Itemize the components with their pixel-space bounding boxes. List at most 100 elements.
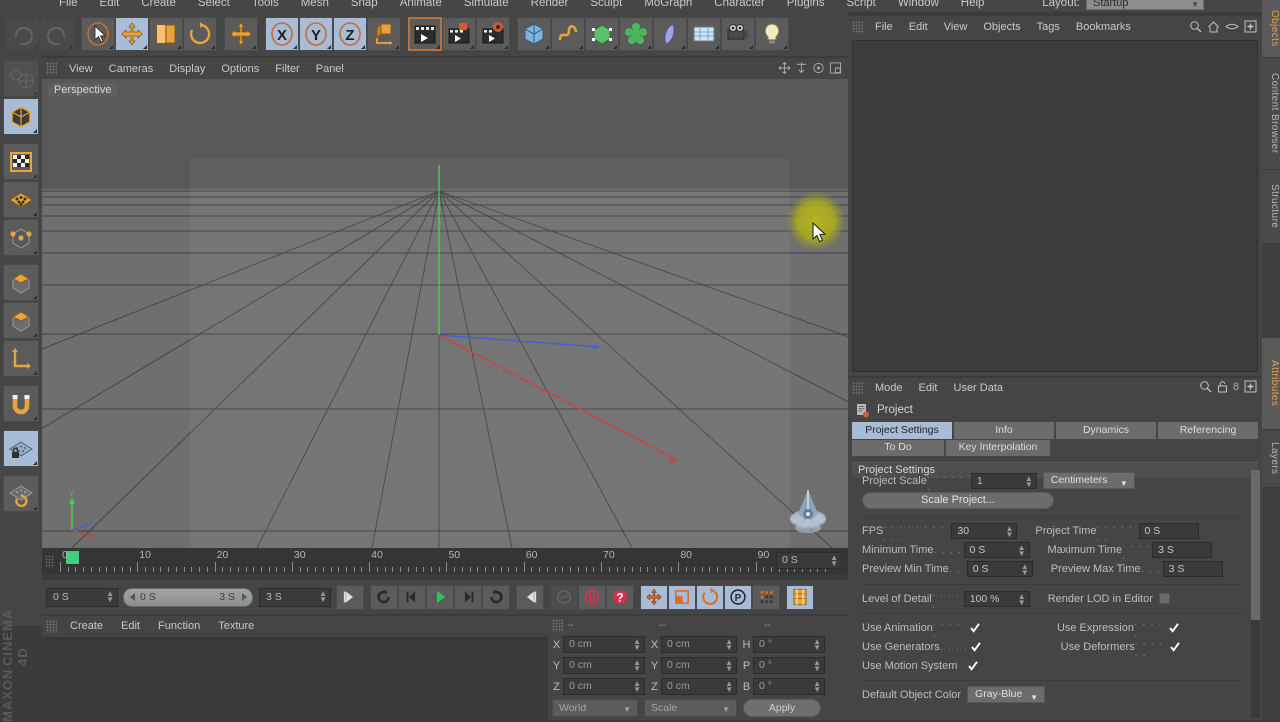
keyframe-selection-button[interactable]: ?	[606, 584, 634, 610]
viewport-menu-panel[interactable]: Panel	[308, 63, 352, 75]
attributes-scrollbar[interactable]	[1251, 470, 1260, 718]
workplane-lock-button[interactable]	[3, 430, 39, 467]
objects-menu-edit[interactable]: Edit	[901, 21, 936, 33]
timeline-grip-icon[interactable]	[45, 555, 54, 568]
attributes-tab-key-interpolation[interactable]: Key Interpolation	[946, 440, 1050, 456]
menu-render[interactable]: Render	[520, 0, 580, 10]
viewport-3d[interactable]: Perspective Y X Z	[42, 79, 848, 548]
coordinates-size-field[interactable]: 0 cm ▲ ▼	[661, 678, 737, 695]
viewport-navigation-gizmo[interactable]	[782, 484, 834, 540]
maximize-icon[interactable]	[829, 61, 842, 75]
panel-grip-icon[interactable]	[46, 62, 57, 75]
viewport-menu-cameras[interactable]: Cameras	[101, 63, 162, 75]
minimum-time-field[interactable]: 0 S ▲ ▼	[963, 541, 1030, 558]
lock-icon[interactable]	[1217, 380, 1228, 393]
objects-menu-file[interactable]: File	[867, 21, 901, 33]
attributes-menu-mode[interactable]: Mode	[867, 382, 911, 394]
stepper-icon[interactable]: ▲ ▼	[813, 659, 821, 673]
coordinates-size-field[interactable]: 0 cm ▲ ▼	[661, 636, 737, 653]
coordinates-position-field[interactable]: 0 cm ▲ ▼	[563, 657, 645, 674]
attributes-scrollbar-thumb[interactable]	[1251, 470, 1260, 620]
polygons-mode-button[interactable]	[3, 264, 39, 301]
live-selection-button[interactable]	[81, 17, 115, 51]
texture-mode-button[interactable]	[3, 143, 39, 180]
edges-mode-button[interactable]	[3, 219, 39, 256]
coordinates-position-field[interactable]: 0 cm ▲ ▼	[563, 678, 645, 695]
search-icon[interactable]	[1199, 380, 1212, 393]
menu-help[interactable]: Help	[950, 0, 996, 10]
stepper-icon[interactable]: ▲ ▼	[1005, 524, 1013, 538]
panel-tab-content-browser[interactable]: Content Browser	[1262, 58, 1280, 170]
project-scale-unit-dropdown[interactable]: Centimeters ▼	[1042, 472, 1135, 489]
menu-create[interactable]: Create	[130, 0, 187, 10]
coordinates-rotation-field[interactable]: 0 ° ▲ ▼	[753, 657, 825, 674]
stepper-icon[interactable]: ▲ ▼	[725, 680, 733, 694]
viewport-menu-filter[interactable]: Filter	[267, 63, 307, 75]
rotate-button[interactable]	[183, 17, 217, 51]
range-left-arrow-icon[interactable]	[130, 592, 135, 601]
layout-dropdown[interactable]: Startup ▼	[1086, 0, 1204, 10]
eye-icon[interactable]	[1225, 20, 1239, 33]
objects-menu-bookmarks[interactable]: Bookmarks	[1068, 21, 1139, 33]
attributes-tab-dynamics[interactable]: Dynamics	[1056, 422, 1156, 439]
stepper-icon[interactable]: ▲ ▼	[725, 638, 733, 652]
coordinate-system-dropdown[interactable]: World ▼	[552, 699, 638, 717]
scale-project-button[interactable]: Scale Project...	[862, 492, 1054, 509]
menu-plugins[interactable]: Plugins	[776, 0, 836, 10]
orbit-icon[interactable]	[812, 61, 825, 75]
coordinates-rotation-field[interactable]: 0 ° ▲ ▼	[753, 636, 825, 653]
attributes-tab-info[interactable]: Info	[954, 422, 1054, 439]
add-mograph-button[interactable]	[619, 17, 653, 51]
stepper-icon[interactable]: ▲ ▼	[319, 589, 327, 603]
panel-grip-icon[interactable]	[852, 20, 863, 34]
add-deformer-button[interactable]	[653, 17, 687, 51]
material-menu-edit[interactable]: Edit	[112, 620, 149, 632]
attributes-menu-user-data[interactable]: User Data	[946, 382, 1012, 394]
playback-range-slider[interactable]: 0 S 3 S	[123, 587, 253, 607]
stepper-icon[interactable]: ▲ ▼	[633, 659, 641, 673]
world-object-coordinate-button[interactable]	[367, 17, 401, 51]
coordinates-rotation-field[interactable]: 0 ° ▲ ▼	[753, 678, 825, 695]
menu-snap[interactable]: Snap	[340, 0, 389, 10]
playback-current-time-field[interactable]: 0 S ▲ ▼	[46, 587, 118, 607]
add-spline-button[interactable]	[551, 17, 585, 51]
panel-grip-icon[interactable]	[552, 618, 563, 632]
stepper-icon[interactable]: ▲ ▼	[633, 680, 641, 694]
pin-icon[interactable]	[1244, 380, 1257, 393]
scale-key-button[interactable]	[668, 584, 696, 610]
menu-edit[interactable]: Edit	[89, 0, 131, 10]
model-mode-button[interactable]	[3, 98, 39, 135]
material-menu-create[interactable]: Create	[61, 620, 112, 632]
panel-tab-objects[interactable]: Objects	[1262, 0, 1280, 58]
axis-tool-button[interactable]	[3, 340, 39, 377]
previous-key-button[interactable]	[370, 584, 398, 610]
timeline-toggle-button[interactable]	[786, 584, 814, 610]
lock-z-axis-button[interactable]: Z	[333, 17, 367, 51]
menu-script[interactable]: Script	[835, 0, 886, 10]
coordinates-apply-button[interactable]: Apply	[743, 699, 821, 717]
viewport-menu-options[interactable]: Options	[213, 63, 267, 75]
menu-mograph[interactable]: MoGraph	[633, 0, 703, 10]
objects-menu-view[interactable]: View	[936, 21, 976, 33]
stepper-icon[interactable]: ▲ ▼	[813, 638, 821, 652]
coordinates-size-field[interactable]: 0 cm ▲ ▼	[661, 657, 737, 674]
stepper-icon[interactable]: ▲ ▼	[813, 680, 821, 694]
position-key-button[interactable]	[640, 584, 668, 610]
panel-grip-icon[interactable]	[46, 619, 57, 633]
panel-tab-structure[interactable]: Structure	[1262, 170, 1280, 244]
next-key-button[interactable]	[482, 584, 510, 610]
project-scale-field[interactable]: 1 ▲ ▼	[970, 472, 1037, 489]
stepper-icon[interactable]: ▲ ▼	[1021, 562, 1029, 576]
play-button[interactable]	[426, 584, 454, 610]
menu-mesh[interactable]: Mesh	[290, 0, 340, 10]
add-camera-button[interactable]	[721, 17, 755, 51]
panel-tab-attributes[interactable]: Attributes	[1262, 338, 1280, 430]
menu-simulate[interactable]: Simulate	[453, 0, 520, 10]
stepper-icon[interactable]: ▲ ▼	[1018, 592, 1026, 606]
point-level-animation-button[interactable]	[752, 584, 780, 610]
menu-character[interactable]: Character	[703, 0, 776, 10]
attributes-menu-edit[interactable]: Edit	[911, 382, 946, 394]
add-cube-object-button[interactable]	[517, 17, 551, 51]
level-of-detail-field[interactable]: 100 % ▲ ▼	[963, 590, 1030, 607]
use-animation-checkbox[interactable]	[969, 622, 980, 633]
